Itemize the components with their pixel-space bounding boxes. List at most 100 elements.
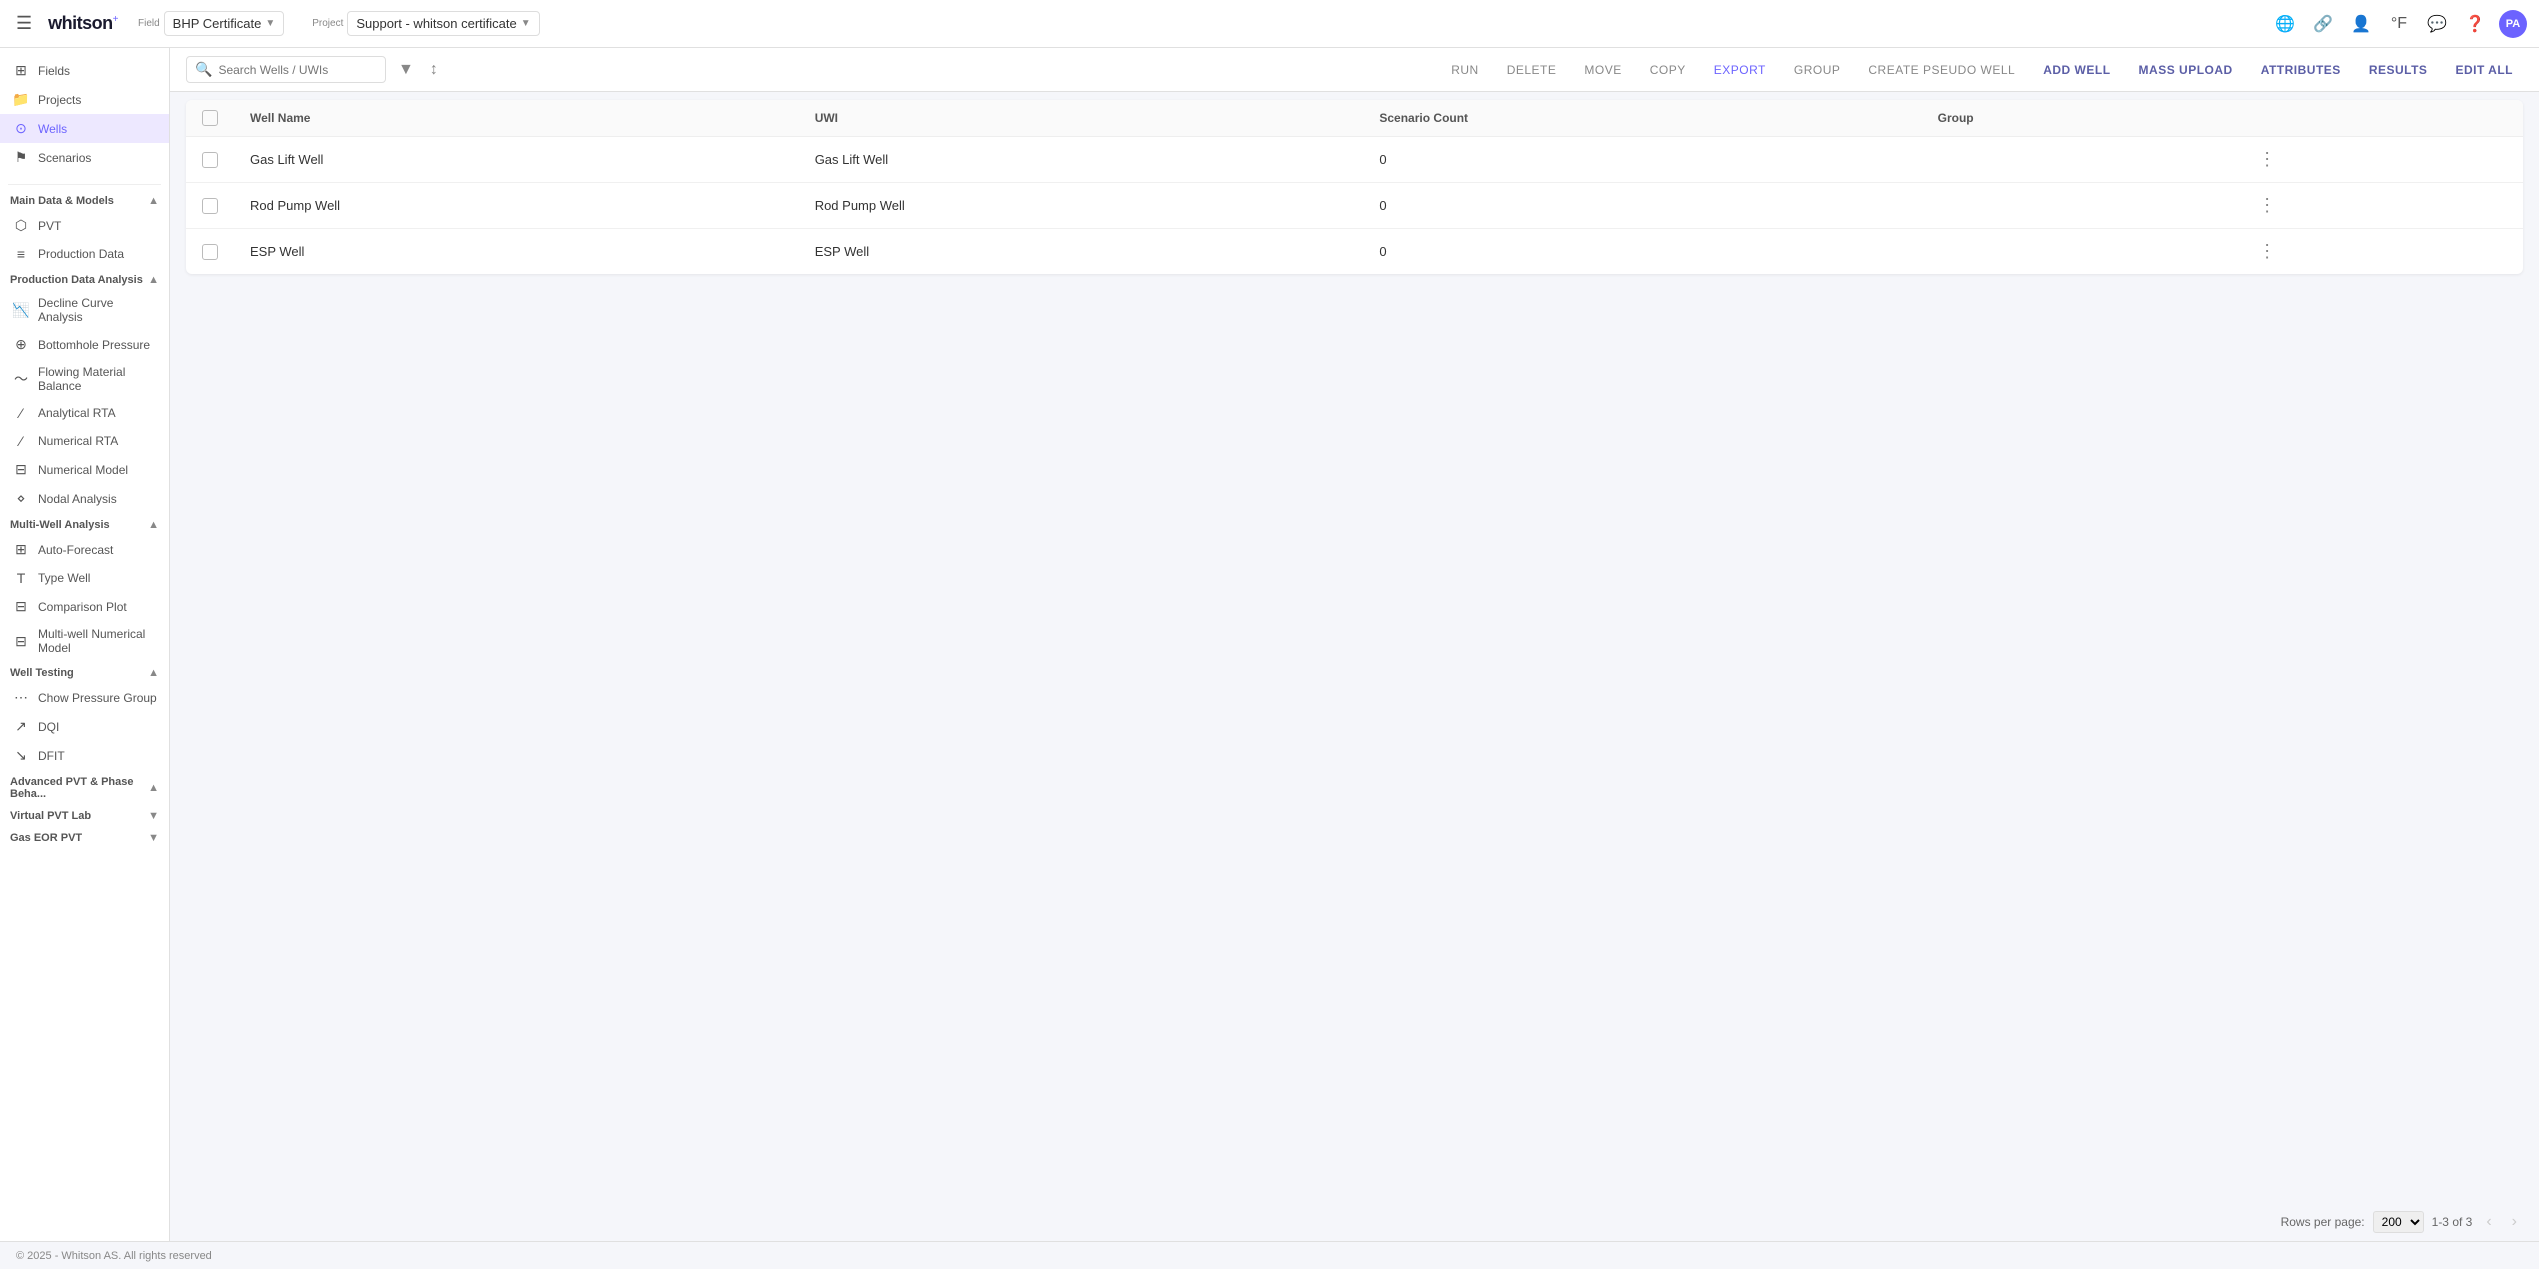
section-multi-well-header[interactable]: Multi-Well Analysis ▲: [0, 513, 169, 535]
sidebar-item-analytical-rta[interactable]: ⁄ Analytical RTA: [0, 399, 169, 427]
uwi-cell-2: Rod Pump Well: [799, 183, 1364, 229]
sidebar-item-numerical-model[interactable]: ⊟ Numerical Model: [0, 455, 169, 484]
search-bar[interactable]: 🔍: [186, 56, 386, 83]
section-advanced-pvt-header[interactable]: Advanced PVT & Phase Beha... ▲: [0, 770, 169, 804]
sidebar-item-numerical-rta[interactable]: ⁄ Numerical RTA: [0, 427, 169, 455]
section-virtual-pvt: Virtual PVT Lab ▼: [0, 804, 169, 826]
search-input[interactable]: [218, 63, 377, 77]
chat-icon[interactable]: 💬: [2423, 10, 2451, 38]
search-icon: 🔍: [195, 61, 212, 78]
avatar[interactable]: PA: [2499, 10, 2527, 38]
sidebar-label-chow-pressure: Chow Pressure Group: [38, 691, 157, 705]
filter-icon[interactable]: ▼: [394, 57, 418, 83]
project-dropdown-arrow: ▼: [521, 18, 531, 29]
section-advanced-pvt-arrow: ▲: [148, 782, 159, 794]
pagination-next-button[interactable]: ›: [2506, 1211, 2523, 1233]
pagination-prev-button[interactable]: ‹: [2480, 1211, 2497, 1233]
sidebar-label-analytical-rta: Analytical RTA: [38, 406, 116, 420]
sidebar-label-decline-curve: Decline Curve Analysis: [38, 296, 159, 324]
globe-icon[interactable]: 🌐: [2271, 10, 2299, 38]
project-dropdown[interactable]: Support - whitson certificate ▼: [347, 11, 539, 36]
add-well-button[interactable]: ADD WELL: [2033, 58, 2120, 82]
create-pseudo-well-button[interactable]: CREATE PSEUDO WELL: [1858, 58, 2025, 82]
section-gas-eor: Gas EOR PVT ▼: [0, 826, 169, 848]
section-main-data: Main Data & Models ▲ ⬡ PVT ≡ Production …: [0, 189, 169, 268]
flowing-material-icon: 〜: [12, 369, 30, 389]
results-button[interactable]: RESULTS: [2359, 58, 2438, 82]
section-production-analysis-header[interactable]: Production Data Analysis ▲: [0, 268, 169, 290]
sidebar-item-multi-well-numerical[interactable]: ⊟ Multi-well Numerical Model: [0, 621, 169, 661]
section-virtual-pvt-header[interactable]: Virtual PVT Lab ▼: [0, 804, 169, 826]
sort-icon[interactable]: ↕: [426, 57, 442, 83]
section-production-analysis-arrow: ▲: [148, 274, 159, 286]
section-gas-eor-header[interactable]: Gas EOR PVT ▼: [0, 826, 169, 848]
sidebar-item-dqi[interactable]: ↗ DQI: [0, 712, 169, 741]
scenarios-icon: ⚑: [12, 149, 30, 166]
sidebar-item-nodal-analysis[interactable]: ⋄ Nodal Analysis: [0, 484, 169, 513]
attributes-button[interactable]: ATTRIBUTES: [2251, 58, 2351, 82]
mass-upload-button[interactable]: MASS UPLOAD: [2129, 58, 2243, 82]
more-actions-button-1[interactable]: ⋮: [2252, 147, 2282, 172]
sidebar-item-production-data[interactable]: ≡ Production Data: [0, 240, 169, 268]
section-well-testing-header[interactable]: Well Testing ▲: [0, 661, 169, 683]
sidebar-item-scenarios[interactable]: ⚑ Scenarios: [0, 143, 169, 172]
type-well-icon: T: [12, 570, 30, 586]
sidebar-item-dfit[interactable]: ↘ DFIT: [0, 741, 169, 770]
main-layout: ⊞ Fields 📁 Projects ⊙ Wells ⚑ Scenarios …: [0, 48, 2539, 1241]
move-button[interactable]: MOVE: [1574, 58, 1631, 82]
section-gas-eor-arrow: ▼: [148, 832, 159, 844]
sidebar-divider-1: [8, 184, 161, 185]
delete-button[interactable]: DELETE: [1497, 58, 1567, 82]
well-name-cell-3: ESP Well: [234, 229, 799, 275]
section-main-data-header[interactable]: Main Data & Models ▲: [0, 189, 169, 211]
sidebar-item-wells[interactable]: ⊙ Wells: [0, 114, 169, 143]
actions-cell-2: ⋮: [2236, 183, 2523, 229]
export-button[interactable]: EXPORT: [1704, 58, 1776, 82]
row-checkbox-cell-1: [186, 137, 234, 183]
sidebar-item-decline-curve[interactable]: 📉 Decline Curve Analysis: [0, 290, 169, 330]
section-multi-well-title: Multi-Well Analysis: [10, 519, 110, 531]
nodal-analysis-icon: ⋄: [12, 490, 30, 507]
field-section: Field BHP Certificate ▼: [138, 11, 284, 36]
run-button[interactable]: RUN: [1441, 58, 1489, 82]
more-actions-button-3[interactable]: ⋮: [2252, 239, 2282, 264]
sidebar-item-auto-forecast[interactable]: ⊞ Auto-Forecast: [0, 535, 169, 564]
decline-curve-icon: 📉: [12, 302, 30, 319]
sidebar-item-flowing-material[interactable]: 〜 Flowing Material Balance: [0, 359, 169, 399]
table-container: Well Name UWI Scenario Count Group Gas L…: [170, 92, 2539, 1203]
copy-button[interactable]: COPY: [1640, 58, 1696, 82]
field-dropdown[interactable]: BHP Certificate ▼: [164, 11, 285, 36]
dfit-icon: ↘: [12, 747, 30, 764]
select-all-checkbox[interactable]: [202, 110, 218, 126]
group-cell-3: [1922, 229, 2237, 275]
chow-pressure-icon: ⋯: [12, 689, 30, 706]
dqi-icon: ↗: [12, 718, 30, 735]
section-production-analysis-title: Production Data Analysis: [10, 274, 143, 286]
sidebar-item-pvt[interactable]: ⬡ PVT: [0, 211, 169, 240]
user-icon[interactable]: 👤: [2347, 10, 2375, 38]
multi-well-numerical-icon: ⊟: [12, 633, 30, 650]
hamburger-menu[interactable]: ☰: [12, 9, 36, 38]
sidebar-item-projects[interactable]: 📁 Projects: [0, 85, 169, 114]
link-icon[interactable]: 🔗: [2309, 10, 2337, 38]
row-checkbox-2[interactable]: [202, 198, 218, 214]
sidebar-item-bottomhole-pressure[interactable]: ⊕ Bottomhole Pressure: [0, 330, 169, 359]
section-advanced-pvt-title: Advanced PVT & Phase Beha...: [10, 776, 148, 800]
group-button[interactable]: GROUP: [1784, 58, 1851, 82]
scenario-count-header: Scenario Count: [1363, 100, 1921, 137]
sidebar-item-chow-pressure[interactable]: ⋯ Chow Pressure Group: [0, 683, 169, 712]
sidebar-item-comparison-plot[interactable]: ⊟ Comparison Plot: [0, 592, 169, 621]
row-checkbox-1[interactable]: [202, 152, 218, 168]
rows-per-page-select[interactable]: 200 50 100: [2373, 1211, 2424, 1233]
scenario-count-cell-1: 0: [1363, 137, 1921, 183]
numerical-rta-icon: ⁄: [12, 433, 30, 449]
edit-all-button[interactable]: EDIT ALL: [2445, 58, 2523, 82]
sidebar-label-wells: Wells: [38, 122, 67, 136]
temperature-icon[interactable]: °F: [2385, 10, 2413, 38]
section-multi-well: Multi-Well Analysis ▲ ⊞ Auto-Forecast T …: [0, 513, 169, 661]
sidebar-item-fields[interactable]: ⊞ Fields: [0, 56, 169, 85]
more-actions-button-2[interactable]: ⋮: [2252, 193, 2282, 218]
sidebar-item-type-well[interactable]: T Type Well: [0, 564, 169, 592]
row-checkbox-3[interactable]: [202, 244, 218, 260]
help-icon[interactable]: ❓: [2461, 10, 2489, 38]
